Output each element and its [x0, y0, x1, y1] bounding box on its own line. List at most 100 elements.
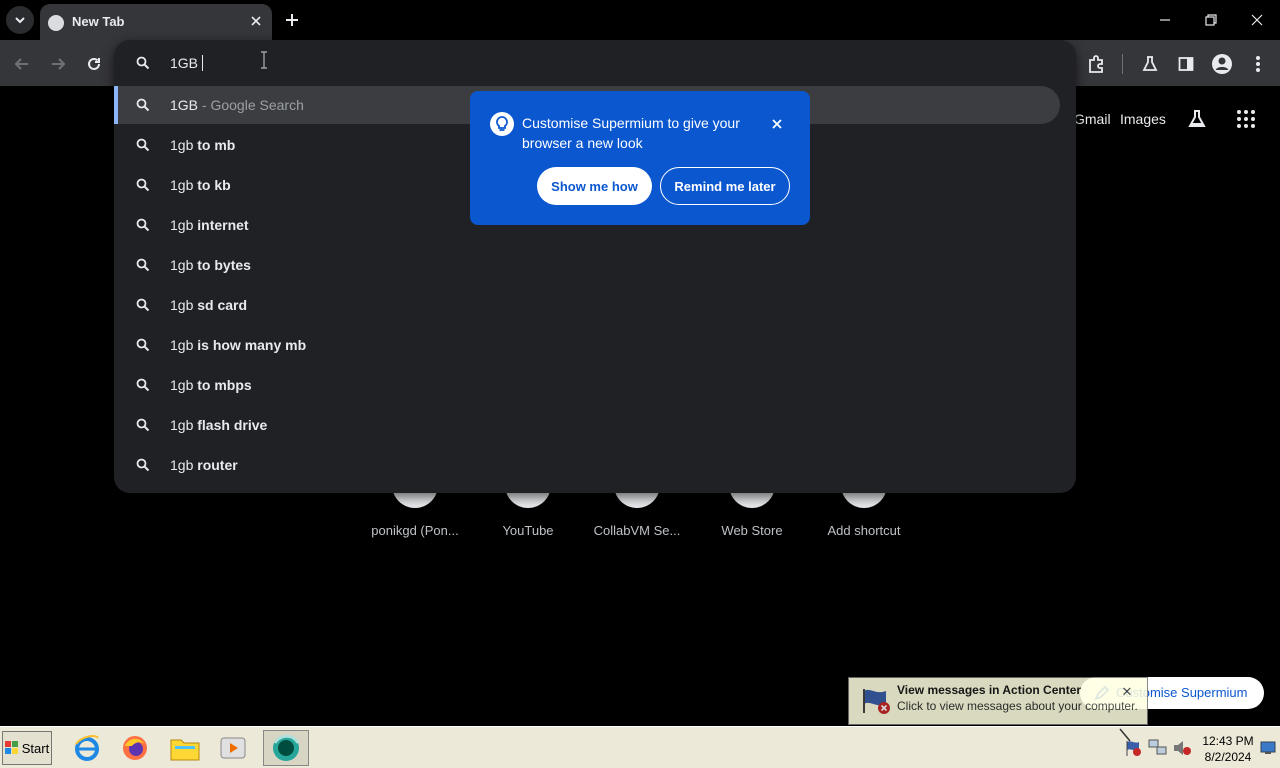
search-icon — [136, 378, 150, 392]
action-center-balloon[interactable]: View messages in Action Center Click to … — [848, 677, 1148, 725]
minimize-icon — [1160, 19, 1170, 21]
suggestion-completion: to bytes — [193, 257, 251, 273]
new-tab-button[interactable] — [280, 6, 304, 34]
forward-arrow-icon — [52, 58, 66, 70]
close-icon[interactable] — [246, 11, 266, 31]
suggestion-text: 1gb sd card — [170, 297, 247, 313]
balloon-body: Click to view messages about your comput… — [897, 699, 1138, 713]
avatar-icon — [1212, 54, 1232, 74]
shortcut-label: CollabVM Se... — [593, 523, 681, 538]
reload-icon — [88, 57, 100, 70]
action-center-tray-icon[interactable] — [1124, 739, 1142, 757]
tab-title: New Tab — [72, 14, 125, 29]
start-label: Start — [21, 740, 50, 756]
customise-promo-bubble: Customise Supermium to give your browser… — [470, 91, 810, 225]
balloon-title: View messages in Action Center — [897, 683, 1082, 697]
volume-muted-icon[interactable] — [1172, 739, 1192, 757]
omnibox-suggestion[interactable]: 1gb sd card — [114, 286, 1060, 324]
shortcut-label: Add shortcut — [827, 523, 901, 538]
suggestion-prefix: 1GB — [170, 97, 199, 113]
omnibox-suggestion[interactable]: 1gb router — [114, 446, 1060, 484]
apps-grid-icon[interactable] — [1236, 109, 1256, 129]
search-icon — [136, 458, 150, 472]
suggestion-prefix: 1gb — [170, 177, 194, 193]
omnibox-suggestion[interactable]: 1gb flash drive — [114, 406, 1060, 444]
suggestion-completion: to mb — [193, 137, 236, 153]
puzzle-icon — [1089, 55, 1103, 73]
restore-button[interactable] — [1188, 0, 1234, 40]
show-desktop-icon[interactable] — [1260, 741, 1276, 755]
extensions-button[interactable] — [1082, 50, 1110, 78]
suggestion-prefix: 1gb — [170, 257, 194, 273]
labs-button[interactable] — [1136, 50, 1164, 78]
close-icon[interactable] — [766, 113, 788, 135]
suggestion-completion: is how many mb — [193, 337, 307, 353]
suggestion-prefix: 1gb — [170, 417, 194, 433]
shortcut-label: Web Store — [721, 523, 783, 538]
internet-explorer-icon[interactable] — [70, 731, 104, 765]
gmail-link[interactable]: Gmail — [1074, 111, 1111, 127]
search-icon — [136, 258, 150, 272]
kebab-menu-icon — [1256, 56, 1260, 72]
start-button[interactable]: Start — [2, 731, 52, 765]
omnibox-suggestion[interactable]: 1gb is how many mb — [114, 326, 1060, 364]
search-icon — [136, 338, 150, 352]
labs-icon[interactable] — [1186, 108, 1208, 130]
taskbar: Start 12:43 PM 8/2/2024 — [0, 726, 1280, 768]
suggestion-text: 1gb internet — [170, 217, 249, 233]
action-center-flag-icon — [863, 689, 890, 714]
suggestion-completion: internet — [193, 217, 249, 233]
suggestion-completion: to kb — [193, 177, 231, 193]
suggestion-prefix: 1gb — [170, 217, 194, 233]
side-panel-icon — [1178, 57, 1194, 71]
clock[interactable]: 12:43 PM 8/2/2024 — [1200, 733, 1256, 765]
suggestion-prefix: 1gb — [170, 297, 194, 313]
reload-button[interactable] — [80, 50, 108, 78]
search-icon — [136, 138, 150, 152]
menu-button[interactable] — [1244, 50, 1272, 78]
network-tray-icon[interactable] — [1148, 739, 1168, 757]
clock-date: 8/2/2024 — [1204, 750, 1252, 764]
omnibox-suggestion[interactable]: 1gb to bytes — [114, 246, 1060, 284]
suggestion-text: 1GB - Google Search — [170, 97, 304, 113]
toolbar-divider — [1122, 54, 1123, 74]
suggestion-completion: - Google Search — [198, 97, 304, 113]
back-button[interactable] — [8, 50, 36, 78]
tab-strip: New Tab — [0, 0, 1280, 40]
side-panel-button[interactable] — [1172, 50, 1200, 78]
search-icon — [136, 178, 150, 192]
suggestion-prefix: 1gb — [170, 457, 194, 473]
media-player-icon[interactable] — [216, 731, 250, 765]
text-cursor-icon — [261, 51, 267, 69]
suggestion-completion: flash drive — [193, 417, 268, 433]
suggestion-prefix: 1gb — [170, 137, 194, 153]
search-icon — [136, 56, 150, 70]
show-me-how-button[interactable]: Show me how — [537, 167, 652, 205]
address-input[interactable]: 1GB — [170, 55, 204, 71]
tab-new-tab[interactable]: New Tab — [40, 4, 272, 40]
flask-icon — [1142, 56, 1158, 71]
images-link[interactable]: Images — [1120, 111, 1166, 127]
clock-time: 12:43 PM — [1202, 734, 1254, 748]
suggestion-prefix: 1gb — [170, 337, 194, 353]
close-icon — [1251, 14, 1263, 26]
suggestion-text: 1gb to mb — [170, 137, 235, 153]
forward-button[interactable] — [44, 50, 72, 78]
shortcut-label: ponikgd (Pon... — [371, 523, 459, 538]
profile-button[interactable] — [1208, 50, 1236, 78]
search-icon — [136, 418, 150, 432]
favicon-icon — [48, 15, 64, 31]
firefox-icon[interactable] — [118, 731, 152, 765]
search-icon — [136, 98, 150, 112]
minimize-button[interactable] — [1142, 0, 1188, 40]
close-window-button[interactable] — [1234, 0, 1280, 40]
chevron-down-icon — [15, 17, 25, 24]
folder-icon[interactable] — [168, 731, 202, 765]
omnibox-suggestion[interactable]: 1gb to mbps — [114, 366, 1060, 404]
close-icon[interactable]: ✕ — [1119, 684, 1135, 700]
windows-logo-icon — [4, 741, 18, 754]
remind-me-later-button[interactable]: Remind me later — [660, 167, 790, 205]
supermium-taskbar-button[interactable] — [263, 730, 309, 766]
tab-search-button[interactable] — [6, 6, 34, 34]
suggestion-text: 1gb is how many mb — [170, 337, 306, 353]
